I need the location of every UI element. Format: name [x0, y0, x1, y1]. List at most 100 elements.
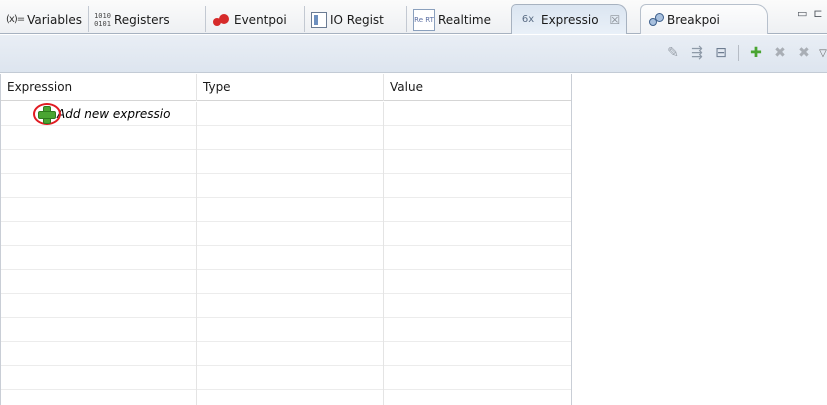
registers-icon: 1010 0101	[94, 11, 111, 28]
table-cell	[384, 246, 571, 270]
table-cell	[197, 366, 384, 390]
tab-realtime[interactable]: Re RT Realtime	[409, 5, 495, 34]
table-header: Expression Type Value	[1, 74, 571, 101]
table-row	[1, 246, 571, 270]
table-row	[1, 294, 571, 318]
view-tab-strip: (x)= Variables 1010 0101 Registers Eventp…	[0, 0, 827, 34]
tab-label: Breakpoi	[667, 12, 720, 27]
details-pane	[573, 74, 827, 405]
table-cell	[1, 174, 197, 198]
tab-expressions[interactable]: 6x Expressio ☒	[511, 4, 628, 34]
tab-divider	[205, 6, 206, 32]
table-cell	[384, 294, 571, 318]
table-cell	[1, 342, 197, 366]
tab-label: Eventpoi	[234, 12, 287, 27]
table-cell	[1, 270, 197, 294]
table-cell	[197, 174, 384, 198]
table-cell	[384, 222, 571, 246]
table-cell	[384, 150, 571, 174]
table-cell	[1, 246, 197, 270]
column-header-type[interactable]: Type	[197, 74, 384, 101]
table-cell	[197, 270, 384, 294]
tab-registers[interactable]: 1010 0101 Registers	[90, 5, 174, 34]
table-cell	[1, 390, 197, 405]
remove-expression-icon[interactable]: ✖	[771, 44, 789, 62]
table-cell	[384, 198, 571, 222]
eventpoints-icon	[211, 12, 231, 28]
add-expression-row[interactable]: Add new expressio	[1, 102, 571, 126]
remove-all-expressions-icon[interactable]: ✖	[795, 44, 813, 62]
show-columns-icon[interactable]: ⊟	[712, 44, 730, 62]
table-row	[1, 198, 571, 222]
table-cell	[197, 390, 384, 405]
table-row	[1, 150, 571, 174]
table-row	[1, 366, 571, 390]
add-expression-cell[interactable]: Add new expressio	[1, 102, 197, 126]
maximize-icon[interactable]: ⊏	[813, 7, 822, 20]
add-watch-expression-icon[interactable]: ✎	[664, 44, 682, 62]
table-cell	[197, 318, 384, 342]
table-row	[1, 342, 571, 366]
table-cell	[197, 198, 384, 222]
table-cell	[1, 366, 197, 390]
tab-label: Expressio	[541, 12, 599, 27]
add-expression-icon[interactable]	[37, 105, 56, 124]
close-tab-icon[interactable]: ☒	[610, 13, 621, 27]
view-menu-icon[interactable]: ▽	[819, 44, 827, 62]
column-header-expression[interactable]: Expression	[1, 74, 197, 101]
toolbar-icons: ✎ ⇶ ⊟ ✚ ✖ ✖ ▽	[664, 44, 827, 62]
table-cell	[384, 366, 571, 390]
expressions-table: Expression Type Value Add new expressio	[0, 74, 572, 405]
tab-label: Variables	[27, 12, 82, 27]
table-row	[1, 270, 571, 294]
tab-label: Realtime	[438, 12, 491, 27]
tab-label: IO Regist	[330, 12, 384, 27]
table-cell	[197, 246, 384, 270]
table-body: Add new expressio	[1, 102, 571, 405]
table-cell	[197, 342, 384, 366]
table-cell	[1, 126, 197, 150]
tab-divider	[88, 6, 89, 32]
variables-icon: (x)=	[6, 14, 25, 25]
breakpoints-icon	[649, 12, 667, 28]
collapse-all-icon[interactable]: ⇶	[688, 44, 706, 62]
table-cell	[384, 318, 571, 342]
toolbar-separator	[738, 45, 739, 61]
minimize-icon[interactable]: ▭	[797, 7, 807, 20]
add-expression-icon[interactable]: ✚	[747, 44, 765, 62]
table-row	[1, 126, 571, 150]
tab-divider	[304, 6, 305, 32]
table-cell	[384, 174, 571, 198]
table-cell	[1, 150, 197, 174]
table-cell	[1, 198, 197, 222]
table-cell	[384, 126, 571, 150]
type-cell	[197, 102, 384, 126]
table-cell	[197, 150, 384, 174]
table-cell	[197, 222, 384, 246]
table-row	[1, 222, 571, 246]
tab-breakpoints[interactable]: Breakpoi	[640, 4, 768, 34]
table-cell	[384, 390, 571, 405]
tab-io-registers[interactable]: IO Regist	[307, 5, 388, 34]
io-registers-icon	[311, 11, 327, 28]
table-cell	[1, 294, 197, 318]
add-expression-label[interactable]: Add new expressio	[57, 102, 170, 126]
value-cell	[384, 102, 571, 126]
view-toolbar: ✎ ⇶ ⊟ ✚ ✖ ✖ ▽	[0, 35, 827, 73]
window-controls: ▭ ⊏	[797, 5, 827, 21]
column-header-value[interactable]: Value	[384, 74, 571, 101]
table-cell	[384, 270, 571, 294]
tab-label: Registers	[114, 12, 170, 27]
tab-divider	[406, 6, 407, 32]
table-cell	[197, 294, 384, 318]
table-cell	[1, 222, 197, 246]
table-row	[1, 318, 571, 342]
realtime-icon: Re RT	[413, 8, 435, 31]
expressions-icon: 6x	[521, 14, 535, 25]
table-row	[1, 174, 571, 198]
table-cell	[1, 318, 197, 342]
tab-variables[interactable]: (x)= Variables	[2, 5, 86, 34]
tab-eventpoints[interactable]: Eventpoi	[207, 5, 291, 34]
table-row	[1, 390, 571, 405]
table-cell	[384, 342, 571, 366]
